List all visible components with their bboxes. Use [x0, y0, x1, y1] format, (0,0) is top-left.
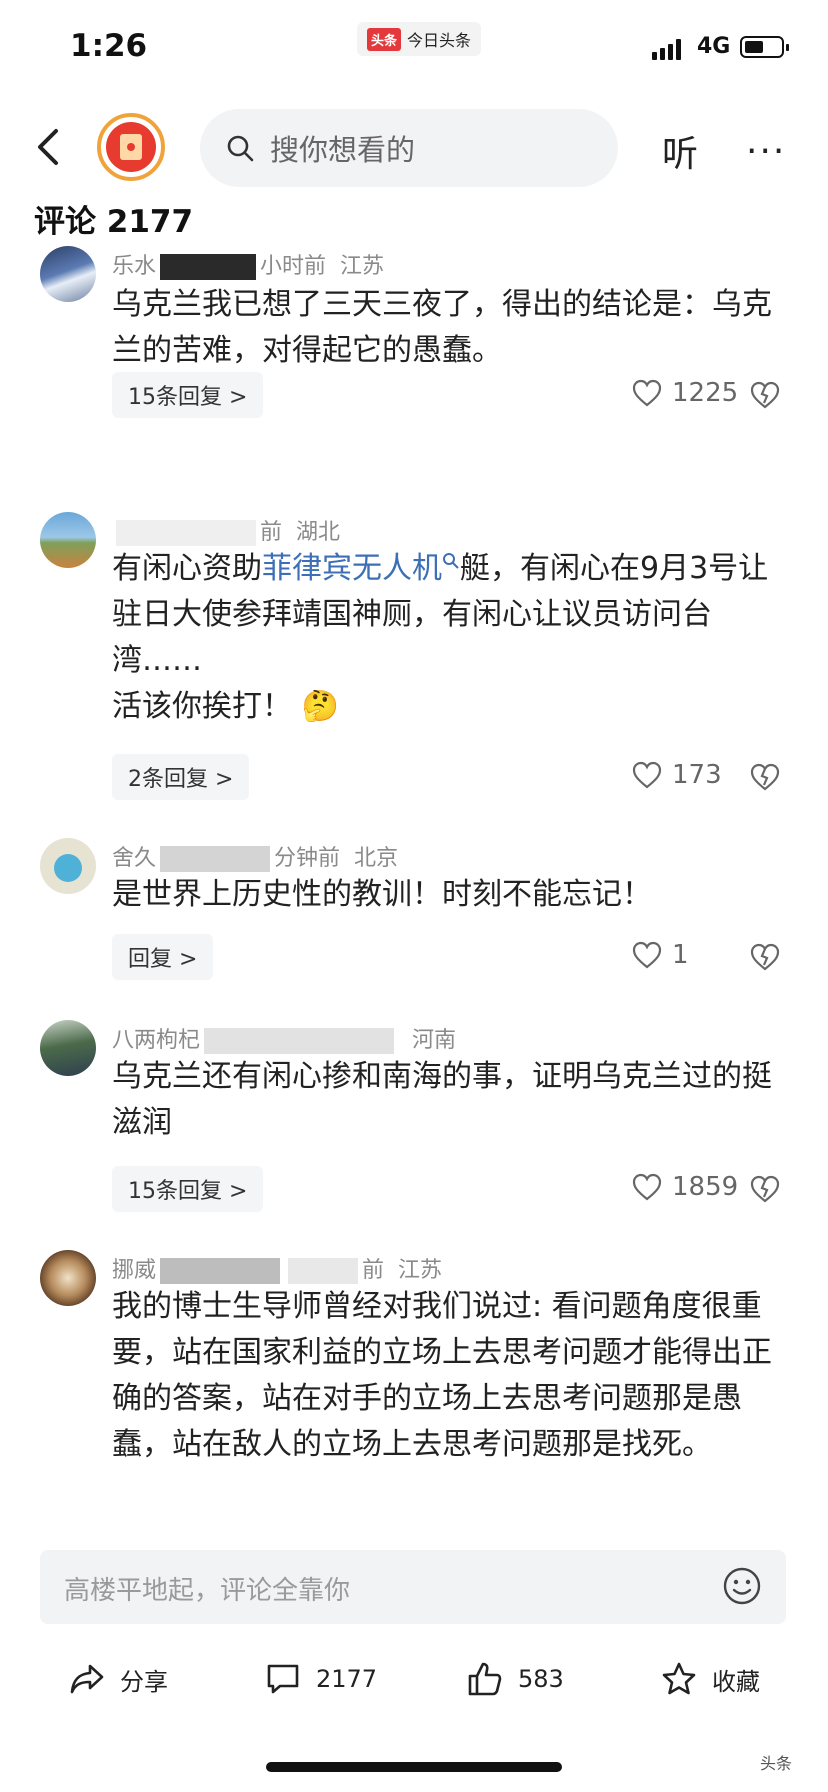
comment-text-part: 有闲心资助	[112, 551, 262, 586]
app-indicator: 头条 今日头条	[357, 22, 482, 56]
bottom-toolbar: 分享 2177 583 收藏	[0, 1650, 828, 1710]
search-icon	[443, 553, 459, 569]
username[interactable]: 八两枸杞	[112, 1028, 200, 1053]
comments-button[interactable]: 2177	[264, 1660, 377, 1698]
comment-location: 湖北	[296, 520, 341, 545]
search-placeholder: 搜你想看的	[270, 133, 416, 167]
comment-text: 我的博士生导师曾经对我们说过: 看问题角度很重要，站在国家利益的立场上去思考问题…	[112, 1289, 772, 1462]
replies-button[interactable]: 2条回复 >	[112, 754, 250, 800]
status-bar: 1:26 头条 今日头条 4G	[0, 0, 828, 100]
heart-icon	[632, 379, 662, 407]
thinking-emoji-icon: 🤔	[301, 689, 339, 724]
favorite-button[interactable]: 收藏	[660, 1660, 760, 1698]
comment-meta: 挪威 前 江苏	[112, 1252, 442, 1284]
replies-button[interactable]: 回复 >	[112, 934, 214, 980]
comments-count: 2177	[106, 204, 194, 240]
username[interactable]: 乐水	[112, 254, 156, 279]
author-avatar[interactable]	[97, 113, 165, 181]
like-button[interactable]: 1859	[632, 1172, 738, 1202]
avatar[interactable]	[40, 838, 96, 894]
red-envelope-icon	[120, 134, 142, 160]
replies-button[interactable]: 15条回复 >	[112, 372, 264, 418]
comments-title: 评论 2177	[34, 196, 193, 241]
comment-text: 有闲心资助菲律宾无人机 艇，有闲心在9月3号让驻日大使参拜靖国神厕，有闲心让议员访…	[112, 546, 792, 730]
battery-icon	[740, 36, 789, 58]
broken-heart-icon[interactable]	[750, 1174, 780, 1204]
comment-location: 江苏	[340, 254, 385, 279]
watermark: 头条	[760, 1754, 793, 1773]
search-keyword-text: 菲律宾无人机	[262, 551, 442, 586]
avatar[interactable]	[40, 246, 96, 302]
broken-heart-icon[interactable]	[750, 942, 780, 972]
back-arrow-icon[interactable]	[30, 125, 70, 169]
comment-time: 小时前	[260, 254, 327, 279]
comment-icon	[267, 1664, 299, 1694]
network-type: 4G	[697, 34, 731, 59]
comment-meta: 八两枸杞 河南	[112, 1022, 456, 1054]
like-button[interactable]: 173	[632, 760, 722, 790]
comment-location: 北京	[354, 846, 399, 871]
search-keyword-link[interactable]: 菲律宾无人机	[262, 551, 460, 586]
listen-button[interactable]: 听	[662, 125, 698, 177]
heart-icon	[632, 1173, 662, 1201]
star-icon	[662, 1662, 696, 1695]
username[interactable]: 舍久	[112, 846, 156, 871]
emoji-icon[interactable]	[722, 1566, 762, 1606]
top-nav: 搜你想看的 听 ···	[0, 105, 828, 195]
comments-count-label: 2177	[316, 1665, 378, 1693]
like-count: 173	[672, 760, 722, 790]
signal-icon	[652, 38, 681, 60]
comment-meta: 前 湖北	[112, 514, 340, 546]
comment-input[interactable]: 高楼平地起，评论全靠你	[40, 1550, 786, 1624]
broken-heart-icon[interactable]	[750, 762, 780, 792]
comment-text-part: 活该你挨打！	[112, 689, 292, 724]
avatar[interactable]	[40, 1250, 96, 1306]
more-menu-button[interactable]: ···	[746, 131, 786, 172]
avatar[interactable]	[40, 512, 96, 568]
toutiao-logo: 头条	[367, 27, 402, 51]
comments-label: 评论	[34, 204, 96, 240]
heart-icon	[632, 761, 662, 789]
status-time: 1:26	[70, 28, 148, 64]
comment-text: 乌克兰还有闲心掺和南海的事，证明乌克兰过的挺滋润	[112, 1059, 772, 1140]
heart-icon	[632, 941, 662, 969]
like-button[interactable]: 1	[632, 940, 689, 970]
comment-input-placeholder: 高楼平地起，评论全靠你	[64, 1576, 351, 1606]
favorite-label: 收藏	[712, 1667, 760, 1696]
share-icon	[70, 1664, 104, 1694]
comment-time: 前	[260, 520, 283, 545]
like-count: 1	[672, 940, 689, 970]
thumbs-up-icon	[468, 1662, 502, 1696]
likes-count-label: 583	[518, 1665, 564, 1693]
username[interactable]: 挪威	[112, 1258, 156, 1283]
comment-time: 前	[362, 1258, 385, 1283]
search-box[interactable]: 搜你想看的	[200, 109, 618, 187]
comment-time: 分钟前	[274, 846, 341, 871]
broken-heart-icon[interactable]	[750, 380, 780, 410]
comment-text: 乌克兰我已想了三天三夜了，得出的结论是：乌克兰的苦难，对得起它的愚蠢。	[112, 287, 772, 368]
comment-location: 江苏	[398, 1258, 443, 1283]
comment-location: 河南	[412, 1028, 457, 1053]
share-button[interactable]: 分享	[68, 1660, 168, 1698]
like-article-button[interactable]: 583	[466, 1660, 564, 1698]
like-button[interactable]: 1225	[632, 378, 738, 408]
replies-button[interactable]: 15条回复 >	[112, 1166, 264, 1212]
avatar[interactable]	[40, 1020, 96, 1076]
comment-text: 是世界上历史性的教训！时刻不能忘记！	[112, 877, 652, 912]
like-count: 1859	[672, 1172, 739, 1202]
comment-meta: 舍久 分钟前 北京	[112, 840, 398, 872]
app-name: 今日头条	[407, 31, 472, 50]
comment-meta: 乐水 小时前 江苏	[112, 248, 384, 280]
home-indicator[interactable]	[266, 1762, 562, 1772]
like-count: 1225	[672, 378, 739, 408]
search-icon	[227, 135, 254, 162]
share-label: 分享	[120, 1667, 168, 1696]
